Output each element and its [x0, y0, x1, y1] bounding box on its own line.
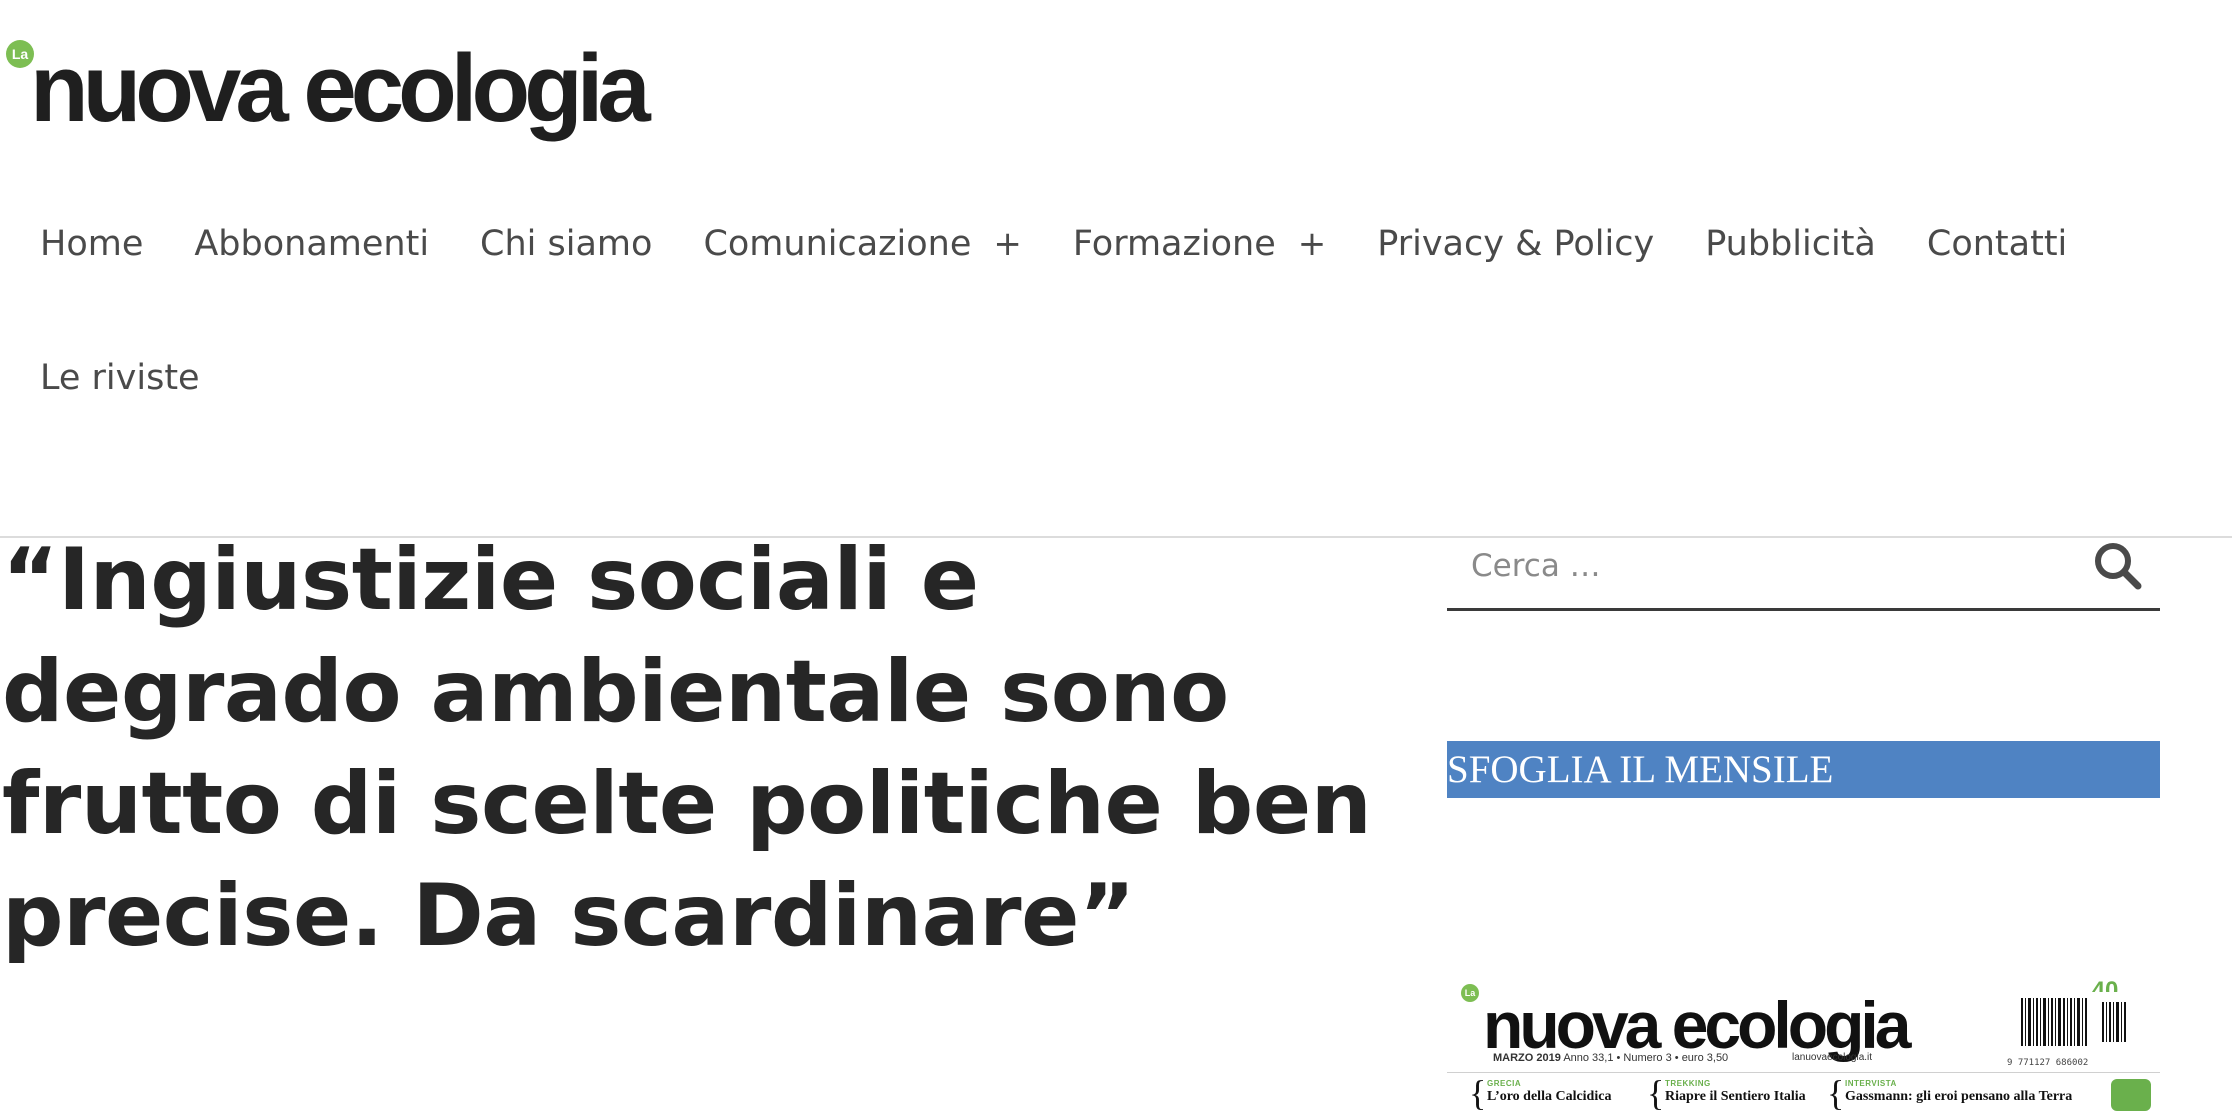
nav-item-label: Abbonamenti — [194, 224, 430, 264]
nav-item-comunicazione[interactable]: Comunicazione + — [703, 224, 1021, 264]
cover-issue-info: MARZO 2019 Anno 33,1 • Numero 3 • euro 3… — [1493, 1052, 1728, 1064]
leaf-icon — [2111, 1079, 2151, 1111]
cover-teaser: GRECIA L’oro della Calcidica — [1487, 1079, 1611, 1105]
cover-teaser-kicker: TREKKING — [1665, 1079, 1711, 1088]
search-button[interactable] — [2086, 534, 2150, 598]
cover-brand: nuova ecologia — [1483, 988, 1911, 1062]
cover-teaser-text: L’oro della Calcidica — [1487, 1089, 1612, 1104]
article-title: “Ingiustizie sociali e degrado ambiental… — [2, 530, 1372, 966]
magazine-cover[interactable]: La nuova ecologia 40 9 771127 686002 MAR… — [1447, 966, 2160, 1116]
cover-site: lanuovaecologia.it — [1792, 1052, 1873, 1063]
nav-item-contatti[interactable]: Contatti — [1927, 224, 2067, 264]
cover-logo-badge: La — [1461, 984, 1479, 1002]
cover-teaser: TREKKING Riapre il Sentiero Italia — [1665, 1079, 1806, 1105]
nav-item-label: Chi siamo — [480, 224, 653, 264]
cover-teaser-kicker: INTERVISTA — [1845, 1079, 1897, 1088]
nav-row-secondary: Le riviste — [40, 330, 251, 426]
cover-teaser: INTERVISTA Gassmann: gli eroi pensano al… — [1845, 1079, 2072, 1105]
nav-item-label: Home — [40, 224, 144, 264]
nav-item-privacy-policy[interactable]: Privacy & Policy — [1377, 224, 1654, 264]
brace-icon: { — [1647, 1073, 1665, 1113]
nav-item-le-riviste[interactable]: Le riviste — [40, 358, 200, 398]
nav-item-chi-siamo[interactable]: Chi siamo — [480, 224, 652, 264]
plus-icon[interactable]: + — [993, 224, 1022, 264]
sfoglia-mensile-link[interactable]: SFOGLIA IL MENSILE — [1447, 741, 2160, 798]
cover-barcode-number: 9 771127 686002 — [2007, 1058, 2089, 1068]
cover-teaser-text: Riapre il Sentiero Italia — [1665, 1089, 1806, 1104]
barcode-icon — [2007, 992, 2147, 1054]
nav-item-label: Privacy & Policy — [1377, 224, 1655, 264]
cover-issue-details: Anno 33,1 • Numero 3 • euro 3,50 — [1563, 1052, 1729, 1064]
nav-item-formazione[interactable]: Formazione + — [1073, 224, 1326, 264]
nav-item-label: Le riviste — [40, 358, 200, 398]
search-icon — [2095, 543, 2142, 590]
nav-item-label: Pubblicità — [1705, 224, 1876, 264]
brace-icon: { — [1469, 1073, 1487, 1113]
nav-item-label: Formazione — [1072, 224, 1276, 264]
cover-teaser-strip: { GRECIA L’oro della Calcidica { TREKKIN… — [1447, 1072, 2160, 1116]
nav-item-label: Comunicazione — [703, 224, 972, 264]
search-form — [1447, 534, 2160, 611]
nav-item-home[interactable]: Home — [40, 224, 143, 264]
search-input[interactable] — [1471, 534, 2031, 598]
site-logo[interactable]: La nuova ecologia — [6, 34, 666, 144]
cover-teaser-text: Gassmann: gli eroi pensano alla Terra — [1845, 1089, 2073, 1104]
cover-issue-date: MARZO 2019 — [1493, 1052, 1561, 1064]
nav-item-label: Contatti — [1926, 224, 2068, 264]
nav-item-abbonamenti[interactable]: Abbonamenti — [194, 224, 429, 264]
plus-icon[interactable]: + — [1298, 224, 1327, 264]
nav-row-primary: Home Abbonamenti Chi siamo Comunicazione… — [40, 196, 2118, 292]
logo-text: nuova ecologia — [30, 35, 651, 142]
nav-item-pubblicita[interactable]: Pubblicità — [1705, 224, 1876, 264]
cover-teaser-kicker: GRECIA — [1487, 1079, 1522, 1088]
brace-icon: { — [1827, 1073, 1845, 1113]
